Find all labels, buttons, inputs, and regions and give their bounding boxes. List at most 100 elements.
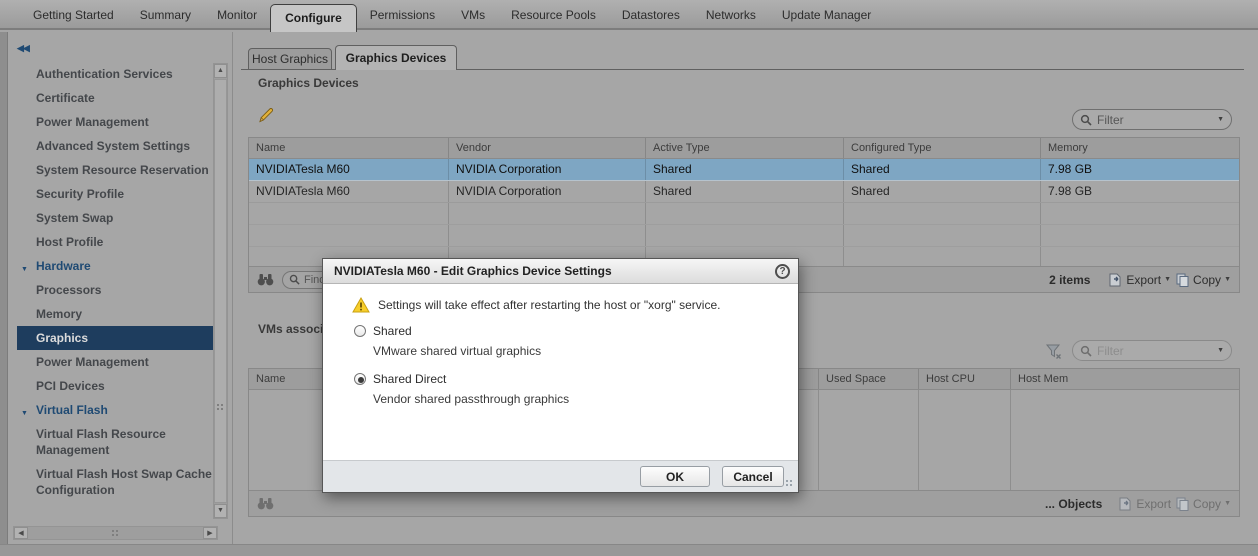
dialog-title: NVIDIATesla M60 - Edit Graphics Device S… <box>334 264 775 278</box>
sidebar-item-advanced-system-settings[interactable]: Advanced System Settings <box>17 134 217 158</box>
tab-host-graphics[interactable]: Host Graphics <box>248 48 332 70</box>
export-button-disabled[interactable]: Export <box>1118 497 1171 511</box>
collapse-sidebar-icon[interactable]: ◀◀ <box>17 43 29 54</box>
objects-count: ... Objects <box>1045 497 1102 511</box>
radio-unselected-icon[interactable] <box>354 325 366 337</box>
column-header-host-mem[interactable]: Host Mem <box>1011 369 1239 389</box>
export-icon <box>1108 273 1123 287</box>
tab-vms[interactable]: VMs <box>448 0 498 30</box>
search-icon <box>1080 345 1092 357</box>
cancel-button[interactable]: Cancel <box>722 466 784 487</box>
sidebar-horizontal-scrollbar[interactable]: ◀ ▶ <box>13 526 218 540</box>
tab-monitor[interactable]: Monitor <box>204 0 270 30</box>
scroll-right-icon[interactable]: ▶ <box>203 527 217 539</box>
radio-option-shared[interactable]: Shared <box>354 324 412 338</box>
top-tab-bar: Getting Started Summary Monitor Configur… <box>0 0 1258 30</box>
tab-resource-pools[interactable]: Resource Pools <box>498 0 609 30</box>
device-row-selected[interactable]: NVIDIATesla M60 NVIDIA Corporation Share… <box>249 159 1239 181</box>
section-expand-icon: ▼ <box>21 406 28 422</box>
search-icon <box>1080 114 1092 126</box>
clear-filter-button[interactable] <box>1045 343 1063 361</box>
radio-description: Vendor shared passthrough graphics <box>373 392 569 406</box>
sidebar-item-processors[interactable]: Processors <box>17 278 217 302</box>
cell-name: NVIDIATesla M60 <box>249 181 449 202</box>
copy-button[interactable]: Copy ▼ <box>1175 273 1231 287</box>
column-header-vendor[interactable]: Vendor <box>449 138 646 158</box>
scroll-up-icon[interactable]: ▲ <box>214 64 227 78</box>
section-expand-icon: ▼ <box>21 262 28 278</box>
tab-networks[interactable]: Networks <box>693 0 769 30</box>
sidebar-item-system-resource-reservation[interactable]: System Resource Reservation <box>17 158 217 182</box>
column-header-active-type[interactable]: Active Type <box>646 138 844 158</box>
cell-configured-type: Shared <box>844 181 1041 202</box>
devices-filter-box: ▼ <box>1072 109 1232 130</box>
vms-table-footer: ... Objects Export Copy ▼ <box>249 490 1239 516</box>
scroll-down-icon[interactable]: ▼ <box>214 504 227 518</box>
export-button[interactable]: Export ▼ <box>1108 273 1171 287</box>
devices-filter-input[interactable] <box>1097 113 1213 127</box>
find-binoculars-icon[interactable] <box>257 272 274 287</box>
radio-option-shared-direct[interactable]: Shared Direct <box>354 372 446 386</box>
help-icon[interactable]: ? <box>775 264 790 279</box>
dialog-header[interactable]: NVIDIATesla M60 - Edit Graphics Device S… <box>323 259 798 284</box>
radio-selected-icon[interactable] <box>354 373 366 385</box>
edit-device-button[interactable] <box>257 105 276 124</box>
sidebar-item-host-profile[interactable]: Host Profile <box>17 230 217 254</box>
column-header-host-cpu[interactable]: Host CPU <box>919 369 1011 389</box>
sidebar-section-label: Virtual Flash <box>36 403 108 417</box>
radio-description: VMware shared virtual graphics <box>373 344 541 358</box>
sidebar-item-security-profile[interactable]: Security Profile <box>17 182 217 206</box>
column-header-used-space[interactable]: Used Space <box>819 369 919 389</box>
sidebar-item-authentication-services[interactable]: Authentication Services <box>17 62 217 86</box>
filter-dropdown-icon[interactable]: ▼ <box>1217 347 1224 354</box>
column-header-configured-type[interactable]: Configured Type <box>844 138 1041 158</box>
tab-update-manager[interactable]: Update Manager <box>769 0 884 30</box>
cell-vendor: NVIDIA Corporation <box>449 159 646 180</box>
settings-sidebar: ◀◀ Authentication Services Certificate P… <box>9 32 233 544</box>
copy-button-disabled[interactable]: Copy ▼ <box>1175 497 1231 511</box>
sidebar-section-virtual-flash[interactable]: ▼ Virtual Flash <box>17 398 217 422</box>
sidebar-section-label: Hardware <box>36 259 91 273</box>
scrollbar-thumb[interactable] <box>214 79 227 503</box>
filter-dropdown-icon[interactable]: ▼ <box>1217 116 1224 123</box>
sidebar-section-hardware[interactable]: ▼ Hardware <box>17 254 217 278</box>
tab-configure[interactable]: Configure <box>270 4 357 32</box>
sidebar-item-graphics[interactable]: Graphics <box>17 326 217 350</box>
sidebar-item-power-management[interactable]: Power Management <box>17 110 217 134</box>
scroll-left-icon[interactable]: ◀ <box>14 527 28 539</box>
dialog-resize-grip[interactable] <box>786 480 795 489</box>
cell-vendor: NVIDIA Corporation <box>449 181 646 202</box>
ok-button[interactable]: OK <box>640 466 710 487</box>
column-header-memory[interactable]: Memory <box>1041 138 1239 158</box>
column-header-name[interactable]: Name <box>249 138 449 158</box>
export-dropdown-icon[interactable]: ▼ <box>1164 276 1171 283</box>
edit-graphics-device-dialog: NVIDIATesla M60 - Edit Graphics Device S… <box>322 258 799 493</box>
window-bottom-strip <box>0 544 1258 556</box>
tab-graphics-devices[interactable]: Graphics Devices <box>335 45 457 70</box>
tab-datastores[interactable]: Datastores <box>609 0 693 30</box>
sidebar-item-vf-host-swap-cache[interactable]: Virtual Flash Host Swap Cache Configurat… <box>17 462 217 502</box>
dialog-body: Settings will take effect after restarti… <box>323 284 798 460</box>
device-row[interactable]: NVIDIATesla M60 NVIDIA Corporation Share… <box>249 181 1239 203</box>
sidebar-item-certificate[interactable]: Certificate <box>17 86 217 110</box>
sidebar-item-pci-devices[interactable]: PCI Devices <box>17 374 217 398</box>
sidebar-item-vf-resource-management[interactable]: Virtual Flash Resource Management <box>17 422 217 462</box>
radio-label: Shared Direct <box>373 372 446 386</box>
tab-permissions[interactable]: Permissions <box>357 0 448 30</box>
scrollbar-grip <box>217 404 224 411</box>
table-header-row: Name Vendor Active Type Configured Type … <box>249 138 1239 159</box>
tab-getting-started[interactable]: Getting Started <box>20 0 127 30</box>
find-binoculars-icon[interactable] <box>257 496 274 511</box>
copy-dropdown-icon[interactable]: ▼ <box>1224 500 1231 507</box>
tab-summary[interactable]: Summary <box>127 0 204 30</box>
copy-icon <box>1175 497 1190 511</box>
copy-dropdown-icon[interactable]: ▼ <box>1224 276 1231 283</box>
cell-configured-type: Shared <box>844 159 1041 180</box>
sidebar-item-power-management-hw[interactable]: Power Management <box>17 350 217 374</box>
vms-filter-input[interactable] <box>1097 344 1213 358</box>
graphics-devices-heading: Graphics Devices <box>258 76 359 90</box>
sidebar-item-system-swap[interactable]: System Swap <box>17 206 217 230</box>
sidebar-vertical-scrollbar[interactable]: ▲ ▼ <box>213 63 228 519</box>
radio-label: Shared <box>373 324 412 338</box>
sidebar-item-memory[interactable]: Memory <box>17 302 217 326</box>
